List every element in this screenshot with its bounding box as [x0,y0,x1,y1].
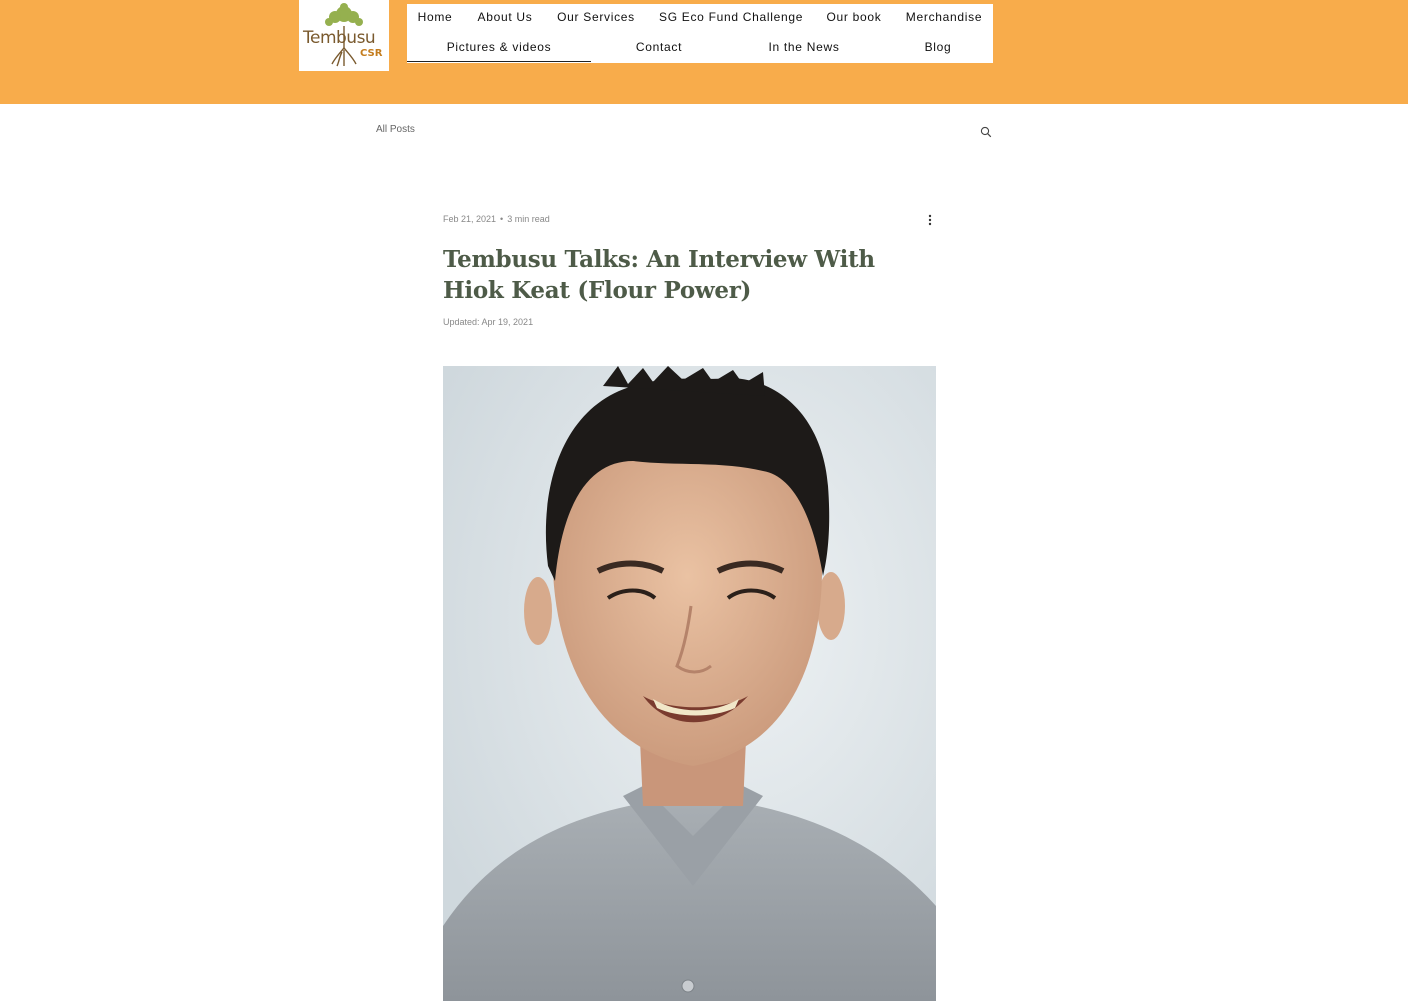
tembusu-logo[interactable]: Tembusu CSR [299,0,389,71]
nav-contact[interactable]: Contact [619,34,699,62]
nav-blog[interactable]: Blog [907,34,969,62]
nav-row-2: Pictures & videos Contact In the News Bl… [407,34,993,62]
blog-category-bar: All Posts [376,124,992,140]
read-time: 3 min read [507,214,550,224]
nav-home[interactable]: Home [413,4,457,32]
post-updated-date: Updated: Apr 19, 2021 [443,317,534,327]
logo-wordmark: Tembusu [303,28,376,48]
portrait-image [443,366,936,1001]
logo-subtitle: CSR [360,48,383,59]
post-meta: Feb 21, 2021 • 3 min read [443,214,550,224]
interview-photo [443,366,936,1001]
nav-our-services[interactable]: Our Services [555,4,637,32]
nav-about-us[interactable]: About Us [475,4,535,32]
more-vertical-icon[interactable] [925,213,935,227]
all-posts-link[interactable]: All Posts [376,124,415,135]
nav-row-1: Home About Us Our Services SG Eco Fund C… [407,4,993,32]
post-title: Tembusu Talks: An Interview With Hiok Ke… [443,246,875,304]
main-nav: Home About Us Our Services SG Eco Fund C… [407,4,993,63]
site-header: Tembusu CSR Home About Us Our Services S… [0,0,1408,104]
nav-in-the-news[interactable]: In the News [757,34,851,62]
nav-pictures-videos[interactable]: Pictures & videos [407,34,591,62]
nav-merchandise[interactable]: Merchandise [905,4,983,32]
nav-sg-eco-fund-challenge[interactable]: SG Eco Fund Challenge [659,4,803,32]
nav-our-book[interactable]: Our book [824,4,884,32]
search-icon[interactable] [980,126,992,138]
meta-separator: • [500,214,504,224]
post-date: Feb 21, 2021 [443,214,497,224]
